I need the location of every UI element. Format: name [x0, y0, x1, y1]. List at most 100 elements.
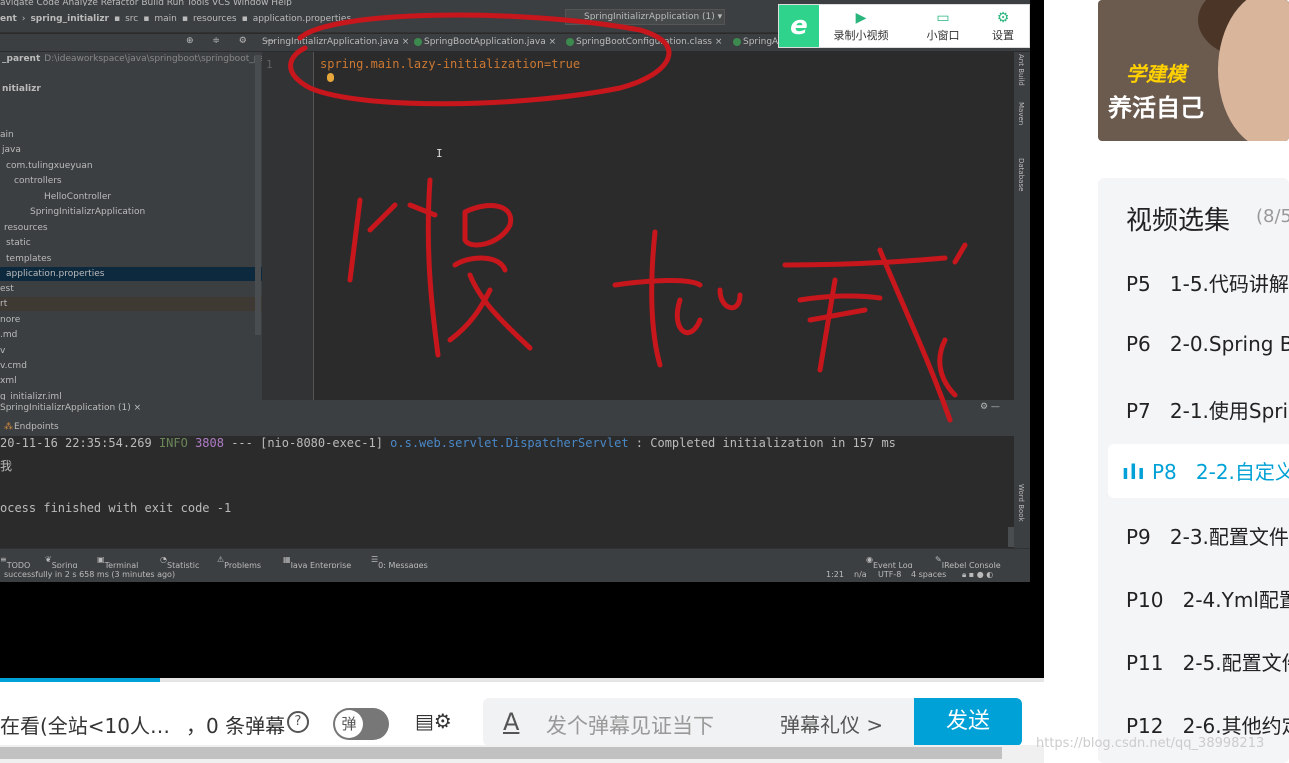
tab-springbootapplication[interactable]: SpringBootApplication.java × [414, 37, 556, 47]
mini-window-button[interactable]: ▭ 小窗口 [913, 9, 973, 43]
gear-icon[interactable]: ⚙ — [980, 402, 1000, 412]
line-number: 1 [266, 58, 273, 71]
problems-tab[interactable]: ⚠ Problems [217, 555, 261, 570]
tree-item[interactable]: v.cmd [0, 359, 27, 373]
tree-item[interactable]: .md [0, 328, 17, 342]
run-config-select[interactable]: SpringInitializrApplication (1) ▾ [565, 9, 725, 25]
tree-item[interactable]: controllers [0, 174, 62, 188]
font-style-icon[interactable]: A [503, 708, 519, 736]
tab-springinitializr[interactable]: SpringInitializrApplication.java × [262, 37, 409, 47]
breadcrumb-item[interactable]: ent [0, 14, 17, 24]
send-button[interactable]: 发送 [914, 698, 1022, 746]
ad-line2: 养活自己 [1108, 94, 1204, 122]
line-separator[interactable]: n/a [854, 570, 867, 579]
tree-item[interactable]: static [0, 236, 31, 250]
gear-icon: ⚙ [996, 10, 1010, 26]
tree-item-label: v [0, 346, 6, 356]
playlist-item[interactable]: P11 2-5.配置文件 [1126, 647, 1289, 676]
cursor-position[interactable]: 1:21 [826, 570, 844, 579]
breadcrumb-item[interactable]: spring_initializr [30, 14, 109, 24]
tree-item[interactable]: java [0, 143, 21, 157]
video-camera-icon: ▶︎ [855, 10, 867, 26]
messages-tab[interactable]: ☰ 0: Messages [371, 555, 428, 570]
console-output[interactable]: 20-11-16 22:35:54.269 INFO 3808 --- [nio… [0, 437, 1014, 548]
tree-item[interactable]: ain [0, 128, 14, 142]
tree-item[interactable]: est [0, 282, 14, 296]
episode-number: P11 [1126, 651, 1164, 675]
encoding[interactable]: UTF-8 [878, 570, 901, 579]
code-line[interactable]: spring.main.lazy-initialization=true [320, 57, 580, 71]
playlist-item[interactable]: P12 2-6.其他约定 [1126, 710, 1289, 739]
console-line: ocess finished with exit code -1 [0, 501, 232, 515]
playlist-item[interactable]: P6 2-0.Spring B [1126, 332, 1289, 356]
editor-gutter: 1 [262, 52, 314, 400]
tree-item[interactable]: com.tulingxueyuan [0, 159, 93, 173]
lock-icon[interactable]: 🔒︎ ▪ ● ◐ [962, 570, 993, 580]
breadcrumb-item[interactable]: main [154, 14, 177, 24]
tree-item[interactable]: g_initializr.iml [0, 390, 62, 400]
player-control-bar: 在看(全站<10人… ，0 条弹幕 ? 弹 ▤⚙ A 发个弹幕见证当下 弹幕礼仪… [0, 682, 1044, 746]
status-message: successfully in 2 s 658 ms (3 minutes ag… [4, 570, 176, 579]
tree-item[interactable]: HelloController [0, 190, 111, 204]
tree-item[interactable]: resources [0, 221, 48, 235]
run-config-label: SpringInitializrApplication (1) [584, 12, 715, 22]
lightbulb-icon[interactable] [327, 73, 334, 82]
console-scrollbar[interactable] [1008, 527, 1014, 547]
run-tab[interactable]: SpringInitializrApplication (1) × [0, 403, 141, 413]
danmaku-settings-icon[interactable]: ▤⚙ [415, 709, 455, 739]
endpoints-tab[interactable]: Endpoints [14, 422, 59, 432]
playlist-item[interactable]: P10 2-4.Yml配置 [1126, 584, 1289, 613]
tree-item[interactable]: SpringInitializrApplication [0, 205, 145, 219]
tree-item-label: nitializr [2, 84, 41, 94]
tree-item[interactable]: nitializr [0, 82, 41, 96]
playlist-item[interactable]: P5 1-5.代码讲解 [1126, 268, 1289, 297]
tv-icon: ▭ [936, 10, 950, 26]
statistic-tab[interactable]: ◔ Statistic [160, 555, 199, 570]
tree-item[interactable]: application.properties [0, 267, 262, 281]
danmaku-toggle[interactable]: 弹 [333, 708, 389, 740]
java-enterprise-tab[interactable]: ▦ Java Enterprise [283, 555, 351, 570]
ad-banner[interactable]: 学建模 养活自己 [1098, 0, 1289, 141]
word-book-tab[interactable]: Word Book [1017, 484, 1025, 522]
horizontal-scrollbar[interactable] [0, 745, 1044, 763]
recorder-overlay: e ▶︎ 录制小视频 ▭ 小窗口 ⚙ 设置 [778, 4, 1030, 48]
breadcrumb-item[interactable]: src [125, 14, 138, 24]
danmaku-etiquette-link[interactable]: 弹幕礼仪 > [780, 709, 883, 738]
maven-tab[interactable]: Maven [1017, 102, 1025, 125]
playlist-item-active[interactable]: ılı P8 2-2.自定义 [1108, 444, 1289, 498]
tree-item[interactable]: rt [0, 297, 262, 311]
playlist-item[interactable]: P9 2-3.配置文件 [1126, 521, 1289, 550]
project-scrollbar[interactable] [255, 55, 261, 335]
tree-item[interactable]: v [0, 344, 5, 358]
help-icon[interactable]: ? [287, 711, 309, 733]
playlist-item[interactable]: P7 2-1.使用Spri [1126, 395, 1288, 424]
scrollbar-thumb[interactable] [0, 747, 1002, 759]
tree-item[interactable]: xml [0, 374, 17, 388]
settings-button[interactable]: ⚙ 设置 [973, 9, 1030, 43]
page: avigate Code Analyze Refactor Build Run … [0, 0, 1289, 763]
tab-springbootconfiguration[interactable]: SpringBootConfiguration.class × [566, 37, 722, 47]
indent[interactable]: 4 spaces [911, 570, 946, 579]
code-editor[interactable]: 1 spring.main.lazy-initialization=true I [262, 52, 1014, 400]
video-player[interactable]: avigate Code Analyze Refactor Build Run … [0, 0, 1044, 680]
event-log-tab[interactable]: ◉ Event Log [866, 555, 913, 570]
jrebel-console-tab[interactable]: ✎ JRebel Console [935, 555, 1001, 570]
ant-build-tab[interactable]: Ant Build [1017, 54, 1025, 86]
tree-item[interactable]: nore [0, 313, 20, 327]
tab-springa[interactable]: SpringA [733, 37, 778, 47]
folder-icon: ▪ [181, 14, 188, 24]
episode-title: 2-4.Yml配置 [1182, 588, 1289, 612]
todo-tab[interactable]: ≡ TODO [0, 555, 30, 570]
spring-tab[interactable]: ❦ Spring [45, 555, 78, 570]
danmaku-input[interactable]: A 发个弹幕见证当下 弹幕礼仪 > [483, 698, 915, 746]
breadcrumb-item[interactable]: resources [193, 14, 237, 24]
tree-item[interactable]: _parent D:\ideaworkspace\java\springboot\… [0, 52, 262, 66]
tree-item-label: templates [6, 254, 52, 264]
database-tab[interactable]: Database [1017, 158, 1025, 191]
tree-item[interactable]: templates [0, 252, 51, 266]
record-video-button[interactable]: ▶︎ 录制小视频 [831, 9, 891, 43]
tree-item-label: java [2, 145, 21, 155]
tree-item-label: SpringInitializrApplication [30, 207, 146, 217]
breadcrumb-item[interactable]: application.properties [253, 14, 351, 24]
terminal-tab[interactable]: ▣ Terminal [97, 555, 138, 570]
